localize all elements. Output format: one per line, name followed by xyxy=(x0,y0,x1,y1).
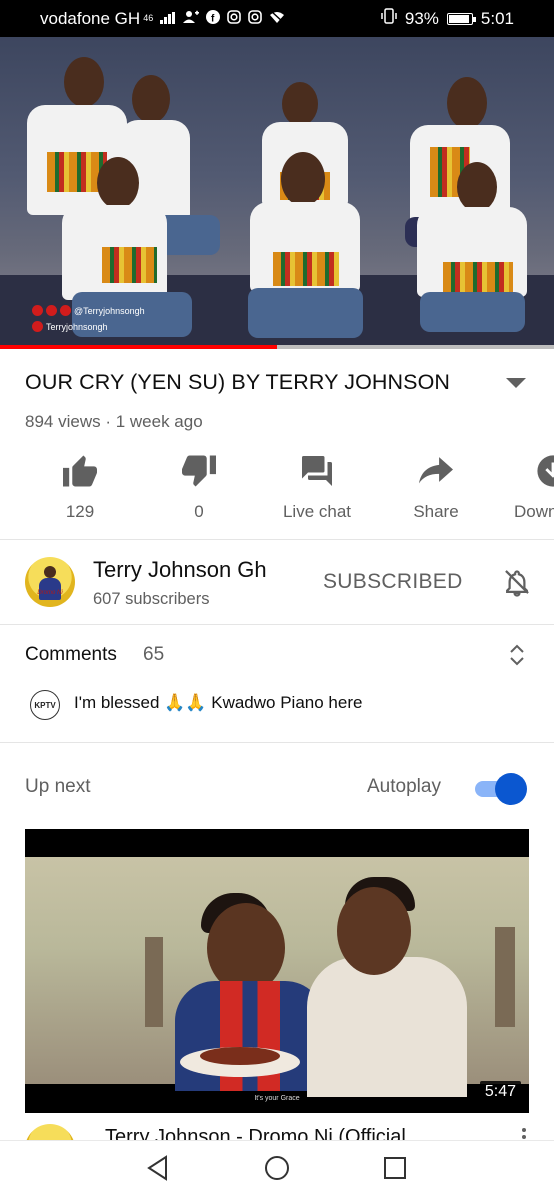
facebook-icon xyxy=(32,305,43,316)
notification-bell-off-icon[interactable] xyxy=(502,566,532,603)
video-progress-fill xyxy=(0,345,277,349)
facebook-icon: f xyxy=(206,9,221,29)
instagram-icon xyxy=(248,9,263,29)
top-comment[interactable]: I'm blessed 🙏🙏 Kwadwo Piano here xyxy=(74,693,362,713)
network-indicator: 46 xyxy=(143,13,154,23)
thumbnail-caption: It's your Grace xyxy=(254,1095,300,1102)
instagram-icon xyxy=(227,9,242,29)
status-bar: vodafone GH 46 f 93% 5:01 xyxy=(0,0,554,37)
up-next-heading: Up next xyxy=(25,776,91,797)
video-player[interactable]: @Terryjohnsongh Terryjohnsongh xyxy=(0,37,554,345)
next-video-thumbnail[interactable]: It's your Grace 5:47 xyxy=(25,829,529,1113)
expand-comments-icon[interactable] xyxy=(508,642,526,673)
back-icon[interactable] xyxy=(146,1155,170,1186)
watermark-social-text: @Terryjohnsongh xyxy=(74,305,145,316)
dislike-button[interactable]: 0 xyxy=(154,450,244,522)
battery-percent: 93% xyxy=(404,8,439,28)
youtube-icon xyxy=(32,321,43,332)
add-user-icon xyxy=(183,10,200,27)
download-button[interactable]: Down xyxy=(498,450,554,522)
recents-icon[interactable] xyxy=(383,1155,407,1186)
action-row: 129 0 Live chat Share Down xyxy=(0,450,554,530)
video-progress-bar[interactable] xyxy=(0,345,554,349)
thumbs-down-icon xyxy=(182,455,216,487)
carrier-label: vodafone GH xyxy=(40,8,141,28)
like-count: 129 xyxy=(65,502,95,521)
subscribed-button[interactable]: SUBSCRIBED xyxy=(323,570,463,594)
live-chat-button[interactable]: Live chat xyxy=(272,450,362,522)
system-nav-bar xyxy=(0,1140,554,1201)
divider xyxy=(0,539,554,540)
dislike-count: 0 xyxy=(194,502,204,521)
watermark-youtube-text: Terryjohnsongh xyxy=(46,321,108,332)
twitter-icon xyxy=(46,305,57,316)
divider xyxy=(0,742,554,743)
share-icon xyxy=(419,457,453,484)
clock: 5:01 xyxy=(480,8,514,28)
thumbnail-scene xyxy=(25,857,529,1097)
battery-icon xyxy=(446,12,476,25)
singer xyxy=(248,152,363,342)
channel-avatar-text: Dromo Ni xyxy=(37,590,63,596)
download-icon xyxy=(537,455,554,487)
thumbs-up-icon xyxy=(63,455,97,487)
singer xyxy=(415,162,530,342)
share-label: Share xyxy=(413,502,459,521)
channel-avatar[interactable]: Dromo Ni xyxy=(25,557,75,607)
autoplay-label: Autoplay xyxy=(367,776,441,797)
divider xyxy=(0,624,554,625)
comments-heading[interactable]: Comments xyxy=(25,644,117,666)
instagram-icon xyxy=(60,305,71,316)
share-button[interactable]: Share xyxy=(391,450,481,522)
video-meta: 894 views · 1 week ago xyxy=(25,412,203,431)
channel-name[interactable]: Terry Johnson Gh xyxy=(93,557,267,583)
download-label: Down xyxy=(514,502,554,521)
watermark-social: @Terryjohnsongh xyxy=(32,305,145,316)
vibrate-icon xyxy=(381,8,397,29)
wifi-slash-icon xyxy=(269,9,285,29)
like-button[interactable]: 129 xyxy=(35,450,125,522)
commenter-avatar[interactable]: KPTV xyxy=(30,690,60,720)
live-chat-label: Live chat xyxy=(282,502,352,521)
autoplay-toggle[interactable] xyxy=(475,773,527,805)
video-title: OUR CRY (YEN SU) BY TERRY JOHNSON xyxy=(25,370,451,394)
status-left: vodafone GH 46 f xyxy=(40,9,285,29)
signal-icon xyxy=(160,9,176,29)
live-chat-icon xyxy=(302,456,332,486)
more-options-icon[interactable] xyxy=(522,1128,526,1132)
comments-count: 65 xyxy=(143,644,165,665)
status-right: 93% 5:01 xyxy=(381,8,514,29)
watermark-youtube: Terryjohnsongh xyxy=(32,321,108,332)
video-duration: 5:47 xyxy=(479,1081,521,1103)
home-icon[interactable] xyxy=(264,1155,290,1186)
singer xyxy=(62,157,192,345)
subscriber-count: 607 subscribers xyxy=(93,590,210,608)
expand-description-icon[interactable] xyxy=(506,378,526,388)
